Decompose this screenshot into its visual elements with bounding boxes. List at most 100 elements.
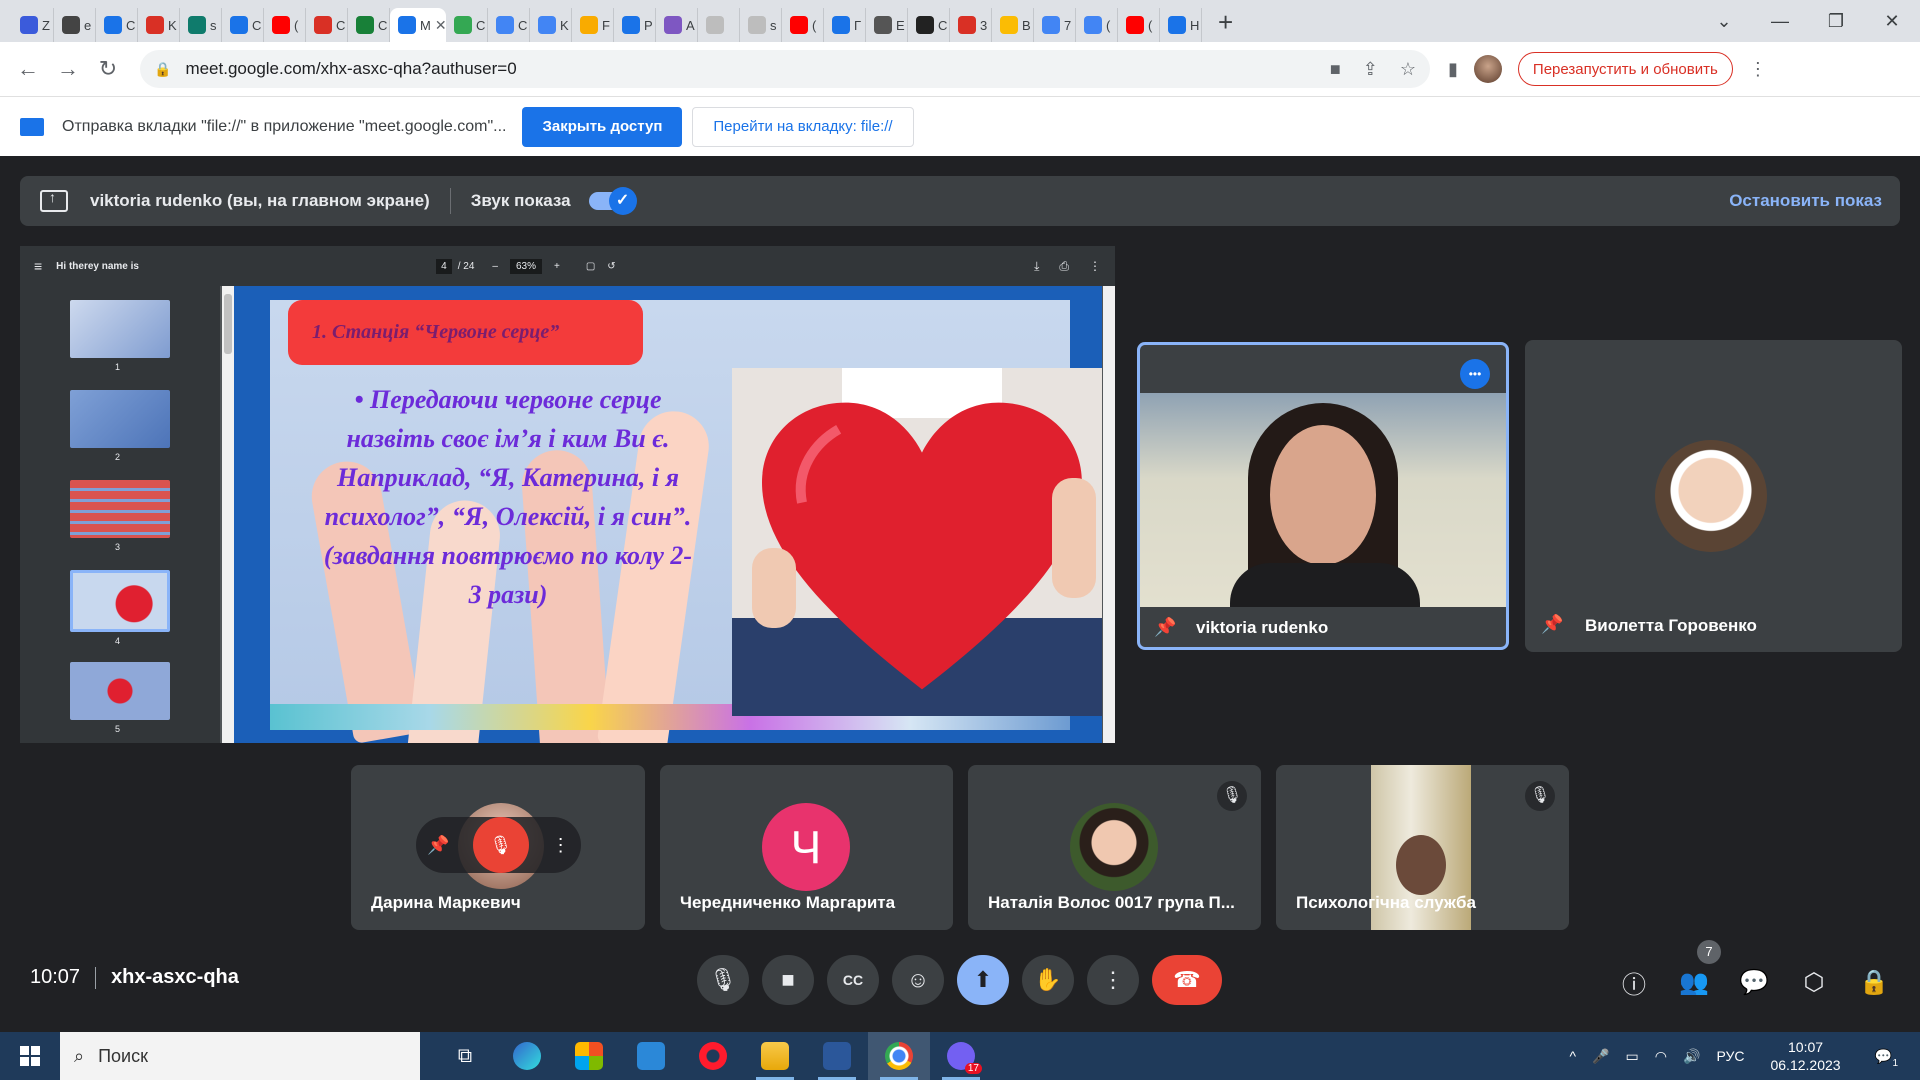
mute-participant-button[interactable]: 🎙 — [472, 817, 529, 873]
camera-button[interactable]: ■ — [762, 955, 814, 1005]
tab-search-icon[interactable]: ⌄ — [1696, 11, 1752, 32]
chat-icon[interactable]: 💬 — [1734, 962, 1774, 1002]
taskbar-app-edge[interactable] — [496, 1032, 558, 1080]
browser-tab[interactable]: ( — [264, 8, 306, 42]
browser-tab[interactable]: A — [656, 8, 698, 42]
address-bar[interactable]: 🔒 meet.google.com/xhx-asxc-qha?authuser=… — [140, 50, 1430, 88]
profile-avatar[interactable] — [1473, 55, 1502, 83]
lock-icon[interactable]: 🔒 — [154, 61, 171, 78]
microphone-tray-icon[interactable]: 🎤 — [1592, 1048, 1609, 1065]
browser-tab[interactable]: 7 — [1034, 8, 1076, 42]
share-icon[interactable]: ⇪ — [1363, 59, 1378, 80]
taskbar-app-chrome[interactable] — [868, 1032, 930, 1080]
show-hidden-icons[interactable]: ^ — [1570, 1048, 1577, 1064]
participant-tile[interactable]: 📌 🎙 ⋮ Дарина Маркевич — [351, 765, 645, 930]
go-to-tab-button[interactable]: Перейти на вкладку: file:// — [692, 106, 914, 147]
browser-tab[interactable]: Г — [824, 8, 866, 42]
more-options-icon[interactable]: ⋮ — [552, 835, 570, 856]
close-tab-icon[interactable]: ✕ — [435, 17, 446, 34]
stop-presenting-button[interactable]: Остановить показ — [1729, 191, 1882, 211]
taskbar-app-explorer[interactable] — [744, 1032, 806, 1080]
browser-tab[interactable]: K — [530, 8, 572, 42]
host-controls-icon[interactable]: 🔒 — [1854, 962, 1894, 1002]
people-icon[interactable]: 👥 — [1674, 962, 1714, 1002]
leave-call-button[interactable]: ☎ — [1152, 955, 1222, 1005]
browser-menu-icon[interactable]: ⋮ — [1749, 59, 1767, 80]
pin-icon[interactable]: 📌 — [427, 835, 449, 856]
page-number-input[interactable]: 4 — [436, 258, 452, 274]
participant-tile[interactable]: Ч Чередниченко Маргарита — [660, 765, 953, 930]
browser-tab[interactable]: B — [992, 8, 1034, 42]
zoom-in-icon[interactable]: + — [554, 261, 560, 272]
browser-tab[interactable]: Z — [12, 8, 54, 42]
browser-tab[interactable] — [698, 8, 740, 42]
start-button[interactable] — [0, 1046, 60, 1066]
taskbar-app-word[interactable] — [806, 1032, 868, 1080]
restore-button[interactable]: ❐ — [1808, 11, 1864, 32]
pin-icon[interactable]: 📌 — [1154, 617, 1176, 638]
browser-tab[interactable]: 3 — [950, 8, 992, 42]
taskbar-search[interactable]: ⌕ Поиск — [60, 1032, 420, 1080]
volume-icon[interactable]: 🔊 — [1683, 1048, 1700, 1065]
taskbar-app-viber[interactable]: 17 — [930, 1032, 992, 1080]
browser-tab[interactable]: ( — [1118, 8, 1160, 42]
microphone-button[interactable]: 🎙 — [697, 955, 749, 1005]
page-thumbnail-2[interactable] — [70, 390, 170, 448]
side-panel-icon[interactable]: ▮ — [1448, 59, 1458, 80]
minimize-button[interactable]: — — [1752, 11, 1808, 32]
reload-icon[interactable]: ↻ — [88, 56, 128, 82]
browser-tab[interactable]: P — [614, 8, 656, 42]
browser-tab[interactable]: C — [96, 8, 138, 42]
browser-tab[interactable]: C — [306, 8, 348, 42]
browser-tab[interactable]: ( — [1076, 8, 1118, 42]
taskbar-app-mail[interactable] — [620, 1032, 682, 1080]
emoji-button[interactable]: ☺ — [892, 955, 944, 1005]
zoom-value[interactable]: 63% — [509, 258, 542, 274]
taskbar-clock[interactable]: 10:07 06.12.2023 — [1770, 1038, 1840, 1074]
more-options-icon[interactable]: ••• — [1460, 359, 1490, 389]
more-options-icon[interactable]: ⋮ — [1089, 259, 1101, 274]
browser-tab[interactable]: C — [222, 8, 264, 42]
browser-tab[interactable]: s — [180, 8, 222, 42]
page-thumbnail-1[interactable] — [70, 300, 170, 358]
task-view-icon[interactable]: ⧉ — [434, 1032, 496, 1080]
fit-page-icon[interactable]: ▢ — [586, 261, 595, 272]
notifications-icon[interactable]: 💬 1 — [1867, 1048, 1900, 1069]
rotate-icon[interactable]: ↺ — [607, 261, 615, 272]
browser-tab[interactable]: s — [740, 8, 782, 42]
browser-tab[interactable]: C — [446, 8, 488, 42]
participant-tile[interactable]: 🎙 Наталія Волос 0017 група П... — [968, 765, 1261, 930]
close-access-button[interactable]: Закрыть доступ — [522, 106, 683, 147]
browser-tab[interactable]: E — [866, 8, 908, 42]
forward-icon[interactable]: → — [48, 56, 88, 82]
relaunch-button[interactable]: Перезапустить и обновить — [1517, 52, 1733, 86]
thumbnail-scrollbar[interactable] — [222, 286, 234, 743]
page-thumbnail-4-selected[interactable] — [70, 570, 170, 632]
zoom-out-icon[interactable]: – — [492, 261, 498, 272]
keyboard-language[interactable]: РУС — [1716, 1048, 1744, 1064]
participant-tile-self[interactable]: ••• 📌 viktoria rudenko — [1137, 342, 1509, 650]
share-audio-toggle[interactable] — [588, 187, 637, 215]
taskbar-app-store[interactable] — [558, 1032, 620, 1080]
back-icon[interactable]: ← — [8, 56, 48, 82]
browser-tab[interactable]: H — [1160, 8, 1202, 42]
close-window-button[interactable]: ✕ — [1864, 11, 1920, 32]
meeting-details-icon[interactable]: ⓘ — [1614, 962, 1654, 1002]
participant-tile[interactable]: 🎙 Психологічна служба — [1276, 765, 1569, 930]
browser-tab[interactable]: F — [572, 8, 614, 42]
browser-tab[interactable]: e — [54, 8, 96, 42]
taskbar-app-opera[interactable] — [682, 1032, 744, 1080]
browser-tab[interactable]: C — [488, 8, 530, 42]
new-tab-button[interactable]: + — [1218, 7, 1233, 38]
wifi-icon[interactable]: ◠ — [1655, 1048, 1667, 1065]
battery-icon[interactable]: ▭ — [1626, 1048, 1639, 1065]
url-text[interactable]: meet.google.com/xhx-asxc-qha?authuser=0 — [185, 59, 516, 79]
browser-tab[interactable]: C — [348, 8, 390, 42]
activities-icon[interactable]: ⬡ — [1794, 962, 1834, 1002]
browser-tab[interactable]: K — [138, 8, 180, 42]
browser-tab[interactable]: C — [908, 8, 950, 42]
menu-icon[interactable]: ≡ — [34, 258, 42, 274]
download-icon[interactable]: ⤓ — [1034, 259, 1039, 274]
present-button[interactable]: ⬆ — [957, 955, 1009, 1005]
raise-hand-button[interactable]: ✋ — [1022, 955, 1074, 1005]
